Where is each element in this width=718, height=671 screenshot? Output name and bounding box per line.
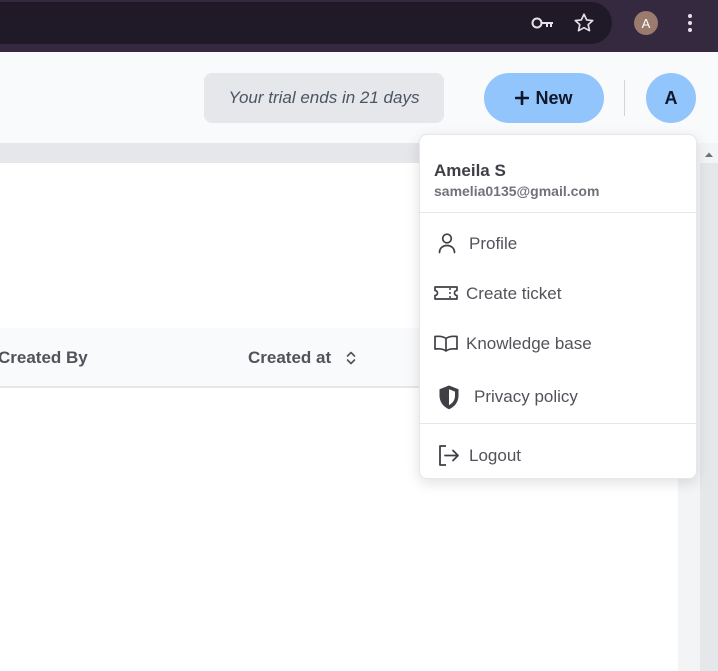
menu-item-label: Knowledge base xyxy=(466,334,592,353)
browser-profile-avatar[interactable]: A xyxy=(634,11,658,35)
trial-banner: Your trial ends in 21 days xyxy=(204,73,444,123)
sort-icon[interactable] xyxy=(345,349,357,367)
new-button[interactable]: New xyxy=(484,73,604,123)
kebab-menu-icon[interactable] xyxy=(680,11,700,35)
shield-icon xyxy=(436,383,462,411)
key-icon[interactable] xyxy=(530,11,556,35)
scroll-up-icon[interactable] xyxy=(700,146,718,162)
address-bar[interactable] xyxy=(0,2,612,44)
user-menu-name: Ameila S xyxy=(434,161,506,180)
menu-item-label: Privacy policy xyxy=(474,387,578,406)
menu-divider xyxy=(420,423,696,424)
ticket-icon xyxy=(433,283,459,303)
header-divider xyxy=(624,80,625,116)
menu-item-label: Logout xyxy=(469,446,521,465)
menu-item-label: Profile xyxy=(469,234,518,253)
menu-item-privacy-policy[interactable]: Privacy policy xyxy=(420,374,696,418)
new-button-label: New xyxy=(535,87,573,108)
user-avatar[interactable]: A xyxy=(646,73,696,123)
menu-item-create-ticket[interactable]: Create ticket xyxy=(420,271,696,315)
logout-icon xyxy=(436,443,460,467)
menu-item-knowledge-base[interactable]: Knowledge base xyxy=(420,321,696,365)
star-icon[interactable] xyxy=(571,10,597,36)
scrollbar[interactable] xyxy=(700,163,718,671)
plus-icon xyxy=(515,87,530,109)
user-menu-email: samelia0135@gmail.com xyxy=(434,183,600,199)
user-icon xyxy=(436,232,458,254)
book-icon xyxy=(433,333,459,353)
menu-item-logout[interactable]: Logout xyxy=(420,433,696,477)
column-header-created-by[interactable]: Created By xyxy=(0,348,88,368)
menu-item-label: Create ticket xyxy=(466,284,562,303)
menu-item-profile[interactable]: Profile xyxy=(420,221,696,265)
menu-divider xyxy=(420,212,696,213)
column-header-created-at[interactable]: Created at xyxy=(248,348,331,368)
